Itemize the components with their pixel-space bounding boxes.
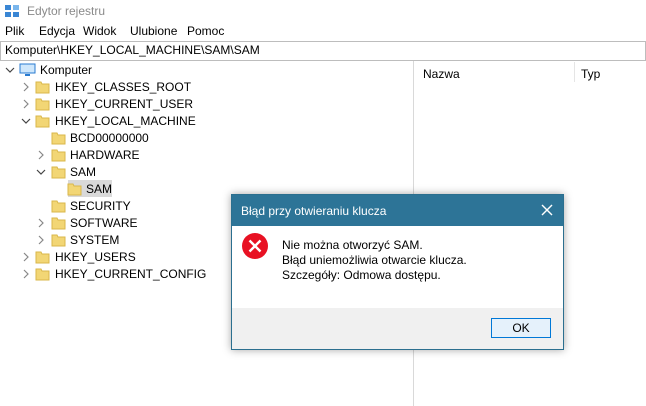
tree-label: BCD00000000 bbox=[70, 131, 149, 145]
chevron-right-icon[interactable] bbox=[21, 99, 31, 109]
folder-icon bbox=[51, 149, 66, 162]
folder-icon bbox=[51, 200, 66, 213]
menu-pomoc[interactable]: Pomoc bbox=[187, 24, 224, 38]
column-header-name[interactable]: Nazwa bbox=[423, 67, 460, 81]
error-icon bbox=[242, 233, 268, 259]
chevron-right-icon[interactable] bbox=[36, 150, 46, 160]
folder-open-icon bbox=[35, 115, 50, 128]
column-divider[interactable] bbox=[574, 62, 575, 82]
folder-icon bbox=[35, 81, 50, 94]
chevron-right-icon[interactable] bbox=[36, 218, 46, 228]
dialog-message-line3: Szczegóły: Odmowa dostępu. bbox=[282, 268, 441, 282]
column-header-type[interactable]: Typ bbox=[581, 67, 600, 81]
folder-icon bbox=[51, 217, 66, 230]
dialog-message-line2: Błąd uniemożliwia otwarcie klucza. bbox=[282, 253, 467, 267]
tree-label: SECURITY bbox=[70, 199, 131, 213]
folder-icon bbox=[35, 251, 50, 264]
tree-item-komputer[interactable]: Komputer bbox=[0, 62, 400, 79]
tree-label: SOFTWARE bbox=[70, 216, 138, 230]
folder-icon bbox=[51, 234, 66, 247]
chevron-down-icon[interactable] bbox=[21, 116, 31, 126]
chevron-down-icon[interactable] bbox=[5, 65, 15, 75]
ok-button[interactable]: OK bbox=[491, 318, 551, 338]
computer-icon bbox=[19, 63, 36, 76]
address-path[interactable]: Komputer\HKEY_LOCAL_MACHINE\SAM\SAM bbox=[5, 43, 260, 57]
dialog-titlebar[interactable]: Błąd przy otwieraniu klucza bbox=[232, 195, 563, 226]
tree-item-hkey-classes-root[interactable]: HKEY_CLASSES_ROOT bbox=[0, 79, 400, 96]
tree-item-hkey-local-machine[interactable]: HKEY_LOCAL_MACHINE bbox=[0, 113, 400, 130]
dialog-footer: OK bbox=[232, 308, 563, 349]
folder-icon bbox=[51, 132, 66, 145]
folder-icon bbox=[35, 98, 50, 111]
menu-ulubione[interactable]: Ulubione bbox=[130, 24, 177, 38]
tree-item-hardware[interactable]: HARDWARE bbox=[0, 147, 400, 164]
tree-label: HKEY_LOCAL_MACHINE bbox=[55, 114, 196, 128]
tree-label: HKEY_CURRENT_USER bbox=[55, 97, 194, 111]
chevron-right-icon[interactable] bbox=[21, 252, 31, 262]
tree-label: SAM bbox=[86, 182, 113, 196]
menu-edycja[interactable]: Edycja bbox=[39, 24, 75, 38]
error-dialog: Błąd przy otwieraniu klucza Nie można ot… bbox=[231, 194, 564, 350]
chevron-right-icon[interactable] bbox=[21, 269, 31, 279]
close-icon[interactable] bbox=[539, 202, 555, 218]
menu-widok[interactable]: Widok bbox=[83, 24, 116, 38]
menu-plik[interactable]: Plik bbox=[5, 24, 24, 38]
tree-label: HKEY_USERS bbox=[55, 250, 136, 264]
tree-label: SYSTEM bbox=[70, 233, 120, 247]
chevron-down-icon[interactable] bbox=[36, 167, 46, 177]
tree-item-sam[interactable]: SAM bbox=[0, 164, 400, 181]
tree-item-bcd[interactable]: BCD00000000 bbox=[0, 130, 400, 147]
tree-label: SAM bbox=[70, 165, 97, 179]
dialog-message-line1: Nie można otworzyć SAM. bbox=[282, 238, 423, 252]
window-titlebar: Edytor rejestru bbox=[0, 0, 646, 22]
tree-item-hkey-current-user[interactable]: HKEY_CURRENT_USER bbox=[0, 96, 400, 113]
tree-label: HARDWARE bbox=[70, 148, 140, 162]
chevron-right-icon[interactable] bbox=[36, 235, 46, 245]
menu-bar: Plik Edycja Widok Ulubione Pomoc bbox=[0, 22, 646, 41]
window-title: Edytor rejestru bbox=[27, 4, 106, 18]
tree-label: Komputer bbox=[40, 63, 93, 77]
chevron-right-icon[interactable] bbox=[21, 82, 31, 92]
folder-open-icon bbox=[51, 166, 66, 179]
folder-icon bbox=[35, 268, 50, 281]
address-bar[interactable]: Komputer\HKEY_LOCAL_MACHINE\SAM\SAM bbox=[0, 41, 646, 61]
tree-label: HKEY_CURRENT_CONFIG bbox=[55, 267, 207, 281]
tree-label: HKEY_CLASSES_ROOT bbox=[55, 80, 192, 94]
regedit-icon bbox=[5, 5, 19, 17]
dialog-title: Błąd przy otwieraniu klucza bbox=[241, 204, 387, 218]
folder-icon bbox=[67, 183, 82, 196]
